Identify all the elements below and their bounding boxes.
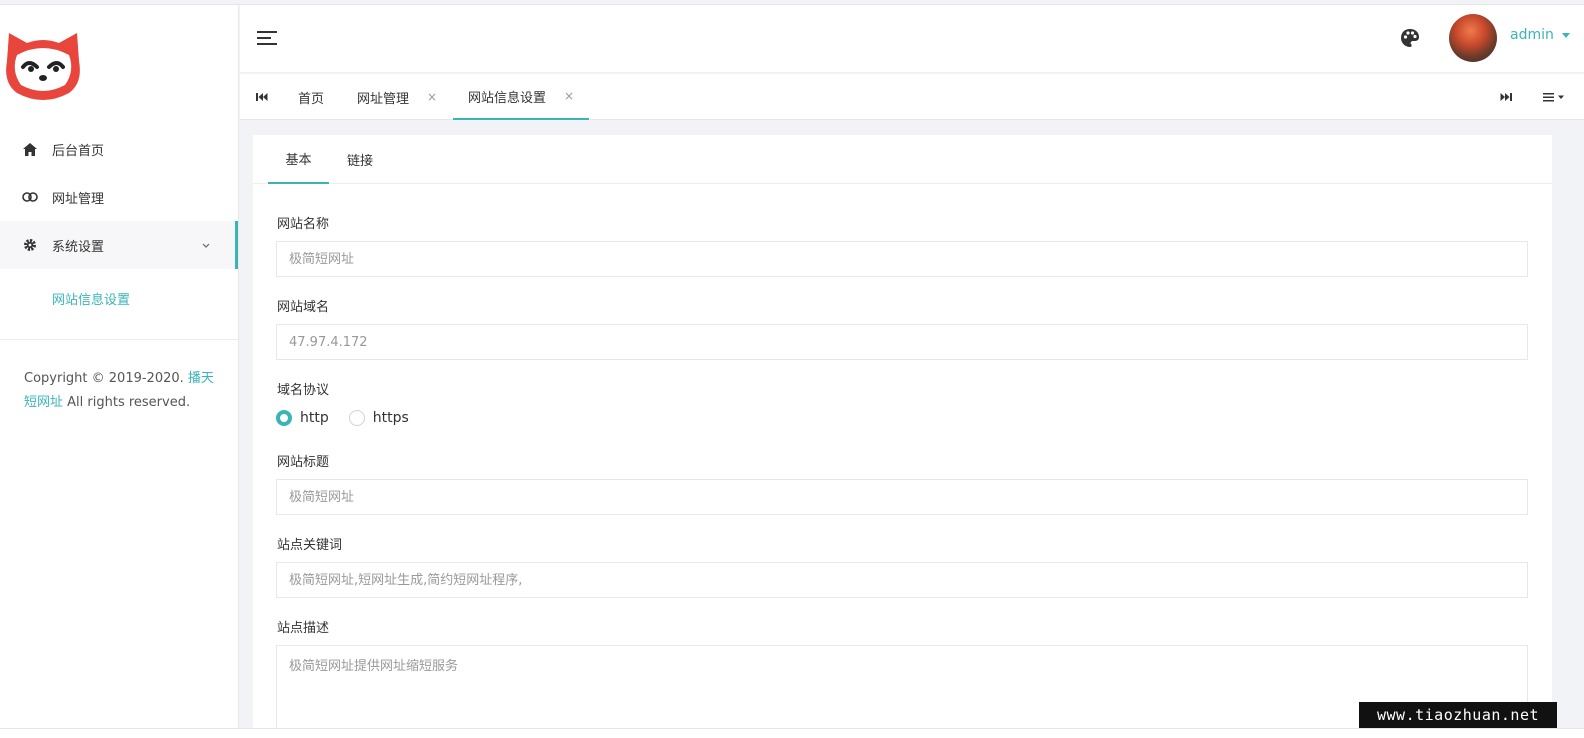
settings-subtabs: 基本 链接: [253, 135, 1552, 184]
top-header: admin: [240, 5, 1584, 73]
watermark: www.tiaozhuan.net: [1359, 702, 1557, 728]
tab-site-info-settings[interactable]: 网站信息设置 ×: [453, 74, 590, 120]
copyright-suffix: All rights reserved.: [63, 395, 191, 410]
user-avatar[interactable]: [1449, 14, 1497, 62]
site-domain-input[interactable]: [276, 324, 1528, 360]
tab-label: 网址管理: [357, 91, 410, 107]
tab-home[interactable]: 首页: [298, 74, 324, 120]
sidebar-divider: [0, 339, 238, 340]
scroll-left-icon[interactable]: [254, 89, 270, 105]
sidebar-item-url-management[interactable]: 网址管理: [0, 173, 238, 221]
sidebar-item-dashboard[interactable]: 后台首页: [0, 125, 238, 173]
sidebar-subitem-site-info-settings[interactable]: 网站信息设置: [0, 269, 238, 327]
page-tabs-bar: 首页 网址管理 × 网站信息设置 ×: [240, 74, 1584, 120]
sidebar-menu: 后台首页 网址管理 系统设置 网站信息设置: [0, 125, 238, 327]
user-menu[interactable]: admin: [1510, 27, 1570, 43]
site-name-input[interactable]: [276, 241, 1528, 277]
radio-label: http: [300, 410, 329, 426]
cat-logo-icon[interactable]: [3, 27, 83, 103]
site-title-label: 网站标题: [277, 455, 330, 470]
protocol-label: 域名协议: [277, 383, 330, 398]
sidebar-item-label: 系统设置: [52, 239, 105, 255]
palette-icon[interactable]: [1400, 28, 1422, 50]
link-icon: [22, 189, 38, 205]
chevron-down-icon: [202, 238, 210, 253]
admin-app: 后台首页 网址管理 系统设置 网站信息设置 Copyright © 2019-2…: [0, 0, 1584, 738]
gear-icon: [22, 237, 38, 253]
username: admin: [1510, 27, 1554, 43]
menu-toggle-icon[interactable]: [257, 29, 279, 47]
caret-down-icon: [1561, 32, 1570, 38]
radio-label: https: [372, 410, 409, 426]
keywords-input[interactable]: [276, 562, 1528, 598]
settings-card: 基本 链接 网站名称 网站域名 域名协议 http https 网站标题 站点关…: [253, 135, 1552, 738]
radio-checked-icon: [276, 410, 292, 426]
scroll-right-icon[interactable]: [1498, 89, 1514, 105]
protocol-radio-group: http https: [276, 410, 429, 426]
tab-options-icon[interactable]: [1542, 89, 1568, 105]
radio-http[interactable]: http: [276, 410, 329, 426]
bottom-border: [0, 728, 1584, 738]
close-icon[interactable]: ×: [564, 89, 574, 103]
tab-label: 网站信息设置: [468, 90, 547, 106]
description-label: 站点描述: [277, 621, 330, 636]
sidebar-item-system-settings[interactable]: 系统设置: [0, 221, 238, 269]
subtab-basic[interactable]: 基本: [268, 135, 329, 184]
copyright-text: Copyright © 2019-2020. 播天短网址 All rights …: [24, 367, 224, 415]
tab-url-management[interactable]: 网址管理 ×: [357, 74, 437, 120]
subtab-links[interactable]: 链接: [339, 135, 381, 184]
site-domain-label: 网站域名: [277, 300, 330, 315]
radio-unchecked-icon: [348, 410, 365, 426]
description-textarea[interactable]: [276, 645, 1528, 738]
site-title-input[interactable]: [276, 479, 1528, 515]
keywords-label: 站点关键词: [277, 538, 343, 553]
copyright-prefix: Copyright © 2019-2020.: [24, 371, 188, 386]
tab-label: 首页: [298, 91, 325, 107]
close-icon[interactable]: ×: [427, 90, 437, 104]
sidebar: 后台首页 网址管理 系统设置 网站信息设置 Copyright © 2019-2…: [0, 5, 239, 733]
radio-https[interactable]: https: [348, 410, 409, 426]
sidebar-item-label: 网址管理: [52, 191, 105, 207]
site-name-label: 网站名称: [277, 217, 330, 232]
home-icon: [22, 141, 38, 157]
sidebar-item-label: 后台首页: [52, 143, 105, 159]
